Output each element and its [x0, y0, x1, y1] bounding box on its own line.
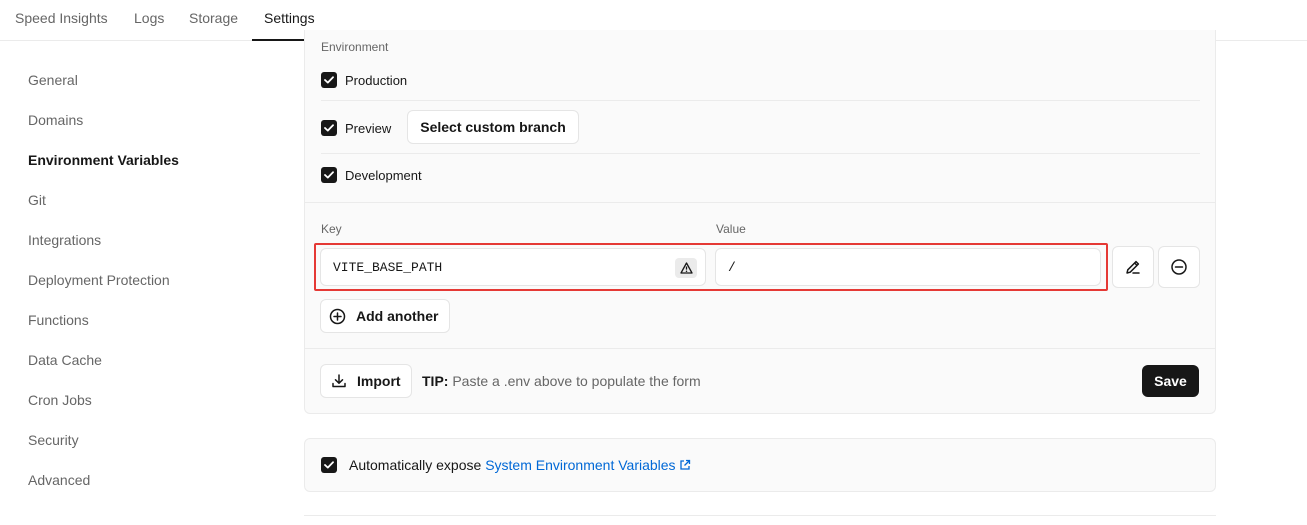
- sidebar-item-environment-variables[interactable]: Environment Variables: [28, 151, 179, 169]
- production-checkbox[interactable]: [321, 72, 337, 88]
- development-label: Development: [345, 167, 422, 183]
- sidebar-item-security[interactable]: Security: [28, 431, 79, 449]
- env-var-form-card: Environment Production Preview Select cu…: [304, 30, 1216, 414]
- next-section-edge: [304, 515, 1216, 525]
- expose-text: Automatically expose System Environment …: [349, 457, 691, 473]
- sidebar-item-deployment-protection[interactable]: Deployment Protection: [28, 271, 170, 289]
- sidebar-item-cron-jobs[interactable]: Cron Jobs: [28, 391, 92, 409]
- save-button[interactable]: Save: [1142, 365, 1199, 397]
- tip-message: Paste a .env above to populate the form: [452, 373, 701, 389]
- preview-label: Preview: [345, 120, 392, 136]
- development-checkbox[interactable]: [321, 167, 337, 183]
- edit-button[interactable]: [1112, 246, 1154, 288]
- check-icon: [324, 171, 334, 179]
- sidebar-item-integrations[interactable]: Integrations: [28, 231, 101, 249]
- sidebar-item-functions[interactable]: Functions: [28, 311, 89, 329]
- production-label: Production: [345, 72, 408, 88]
- environment-label: Environment: [321, 40, 389, 54]
- highlight-annotation: [314, 243, 1108, 291]
- preview-checkbox-row[interactable]: Preview: [321, 119, 391, 137]
- development-checkbox-row[interactable]: Development: [321, 166, 422, 184]
- tab-logs[interactable]: Logs: [134, 0, 164, 41]
- sidebar-item-data-cache[interactable]: Data Cache: [28, 351, 102, 369]
- add-another-button[interactable]: Add another: [320, 299, 450, 333]
- section-divider: [305, 348, 1215, 349]
- import-button[interactable]: Import: [320, 364, 412, 398]
- check-icon: [324, 124, 334, 132]
- sidebar-item-advanced[interactable]: Advanced: [28, 471, 90, 489]
- sidebar-item-general[interactable]: General: [28, 71, 78, 89]
- check-icon: [324, 76, 334, 84]
- pencil-icon: [1126, 260, 1140, 274]
- section-divider: [305, 202, 1215, 203]
- plus-circle-icon: [329, 308, 346, 324]
- minus-circle-icon: [1171, 259, 1187, 275]
- tip-label: TIP:: [422, 373, 449, 389]
- download-icon: [332, 374, 346, 388]
- value-column-label: Value: [716, 222, 746, 236]
- tip-text: TIP: Paste a .env above to populate the …: [422, 373, 701, 389]
- remove-button[interactable]: [1158, 246, 1200, 288]
- production-checkbox-row[interactable]: Production: [321, 71, 407, 89]
- divider: [321, 153, 1200, 154]
- expose-system-vars-card: Automatically expose System Environment …: [304, 438, 1216, 492]
- tab-storage[interactable]: Storage: [189, 0, 238, 41]
- external-link-icon: [680, 459, 691, 470]
- system-env-vars-link-text: System Environment Variables: [485, 457, 676, 473]
- select-custom-branch-button[interactable]: Select custom branch: [407, 110, 579, 144]
- sidebar-item-git[interactable]: Git: [28, 191, 46, 209]
- preview-checkbox[interactable]: [321, 120, 337, 136]
- tab-speed-insights[interactable]: Speed Insights: [15, 0, 108, 41]
- add-another-label: Add another: [356, 308, 439, 324]
- check-icon: [324, 461, 334, 469]
- system-env-vars-link[interactable]: System Environment Variables: [485, 457, 691, 473]
- divider: [321, 100, 1200, 101]
- expose-label: Automatically expose: [349, 457, 482, 473]
- import-label: Import: [357, 373, 401, 389]
- expose-checkbox[interactable]: [321, 457, 337, 473]
- key-column-label: Key: [321, 222, 342, 236]
- sidebar-item-domains[interactable]: Domains: [28, 111, 83, 129]
